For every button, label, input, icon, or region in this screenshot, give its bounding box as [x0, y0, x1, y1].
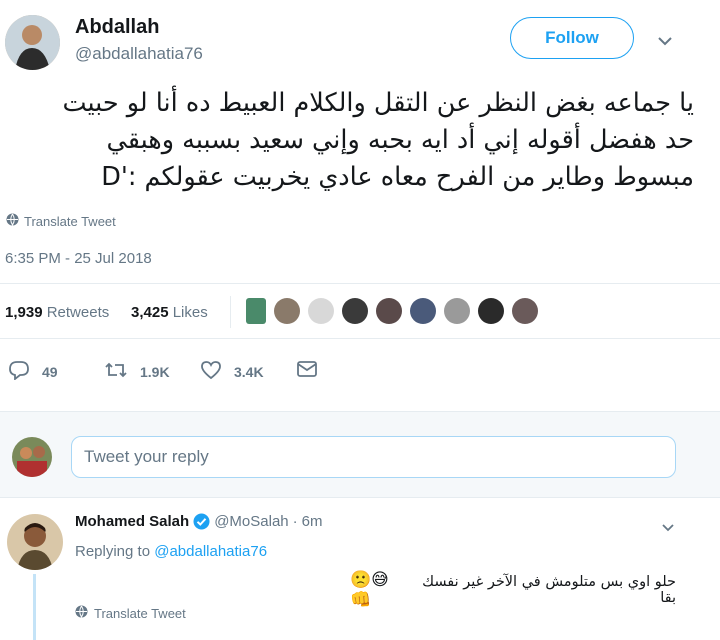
emoji-icon: 🙁😅👊: [350, 570, 389, 610]
likes-count: 3,425: [131, 304, 169, 321]
reply-header: Mohamed Salah @MoSalah · 6m: [75, 513, 322, 530]
heart-icon: [200, 360, 230, 383]
reply-count: 49: [42, 363, 58, 380]
reply-text: حلو اوي بس متلومش في الآخر غير نفسك بقا …: [350, 570, 676, 610]
liker-avatar[interactable]: [444, 298, 470, 324]
reply-text-body: حلو اوي بس متلومش في الآخر غير نفسك بقا: [422, 574, 676, 606]
translate-tweet-link[interactable]: Translate Tweet: [6, 213, 116, 229]
current-user-avatar[interactable]: [12, 437, 52, 477]
likes-stat[interactable]: 3,425 Likes: [131, 304, 208, 321]
author-name[interactable]: Abdallah: [75, 16, 159, 39]
like-count: 3.4K: [234, 363, 264, 380]
replying-to: Replying to @abdallahatia76: [75, 543, 267, 560]
chevron-down-icon[interactable]: [657, 33, 673, 51]
author-handle[interactable]: @abdallahatia76: [75, 44, 203, 64]
globe-icon: [6, 213, 19, 229]
retweet-action[interactable]: 1.9K: [104, 360, 170, 383]
reply-action[interactable]: 49: [8, 360, 58, 383]
translate-label: Translate Tweet: [24, 213, 116, 229]
direct-message-action[interactable]: [296, 360, 326, 381]
reply-input[interactable]: Tweet your reply: [71, 436, 676, 478]
author-avatar[interactable]: [5, 15, 60, 70]
tweet-text-line: يا جماعه بغض النظر عن التقل والكلام العب…: [62, 88, 694, 118]
tweet-text: يا جماعه بغض النظر عن التقل والكلام العب…: [18, 85, 694, 196]
tweet-text-line: مبسوط وطاير من الفرح معاه عادي يخربيت عق…: [101, 162, 694, 192]
retweets-stat[interactable]: 1,939 Retweets: [5, 304, 109, 321]
liker-avatar[interactable]: [512, 298, 538, 324]
replying-to-handle[interactable]: @abdallahatia76: [154, 543, 267, 560]
reply-icon: [8, 360, 38, 383]
retweets-label: Retweets: [46, 304, 110, 321]
reply-author-name[interactable]: Mohamed Salah: [75, 513, 189, 530]
reply-chevron-down-icon[interactable]: [661, 519, 675, 537]
reply-thread-line: [33, 574, 36, 640]
liker-avatar[interactable]: [342, 298, 368, 324]
tweet-text-line: حد هفضل أقوله إني أد ايه بحبه وإني سعيد …: [106, 125, 694, 155]
follow-button[interactable]: Follow: [510, 17, 634, 59]
replying-prefix: Replying to: [75, 543, 151, 560]
retweet-count: 1.9K: [140, 363, 170, 380]
reply-translate-tweet-link[interactable]: Translate Tweet: [75, 605, 186, 621]
liker-avatar[interactable]: [376, 298, 402, 324]
retweet-icon: [104, 360, 136, 383]
stats-divider: [230, 296, 231, 328]
divider: [0, 338, 720, 339]
like-action[interactable]: 3.4K: [200, 360, 264, 383]
divider: [0, 283, 720, 284]
liker-avatar[interactable]: [274, 298, 300, 324]
liker-avatar[interactable]: [246, 298, 266, 324]
globe-icon: [75, 605, 88, 621]
tweet-timestamp[interactable]: 6:35 PM - 25 Jul 2018: [5, 250, 152, 267]
reply-author-avatar[interactable]: [7, 514, 63, 570]
reply-author-handle[interactable]: @MoSalah: [214, 513, 288, 530]
liker-avatar[interactable]: [308, 298, 334, 324]
retweets-count: 1,939: [5, 304, 43, 321]
reply-time[interactable]: 6m: [302, 513, 323, 530]
likes-label: Likes: [172, 304, 208, 321]
liker-avatar[interactable]: [410, 298, 436, 324]
liker-avatar[interactable]: [478, 298, 504, 324]
liker-avatars: [246, 298, 538, 324]
reply-separator: ·: [292, 513, 298, 530]
reply-translate-label: Translate Tweet: [94, 605, 186, 621]
verified-badge-icon: [193, 513, 210, 530]
envelope-icon: [296, 360, 326, 381]
